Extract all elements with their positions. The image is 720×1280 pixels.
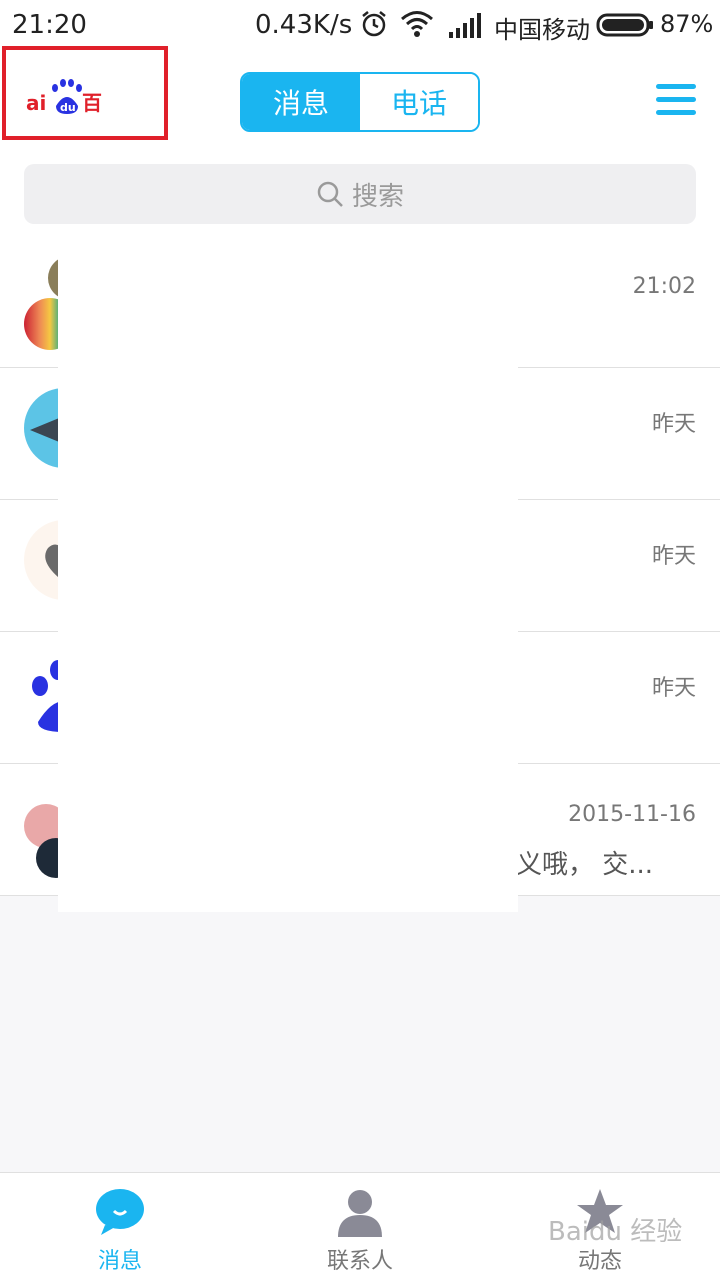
person-icon (338, 1190, 382, 1237)
tab-messages[interactable]: 消息 (242, 74, 360, 130)
message-preview: 义哦， 交... (516, 850, 654, 880)
message-time: 昨天 (651, 412, 696, 437)
alarm-icon (362, 11, 386, 37)
search-area: 搜索 (0, 148, 720, 236)
search-placeholder: 搜索 (351, 181, 404, 212)
app-header: ai du 百 消息 电话 (0, 46, 720, 148)
network-speed: 0.43K/s (255, 10, 353, 40)
tab-phone[interactable]: 电话 (360, 74, 478, 130)
status-time: 21:20 (12, 10, 87, 40)
message-time: 昨天 (651, 676, 696, 701)
segment-control: 消息 电话 (240, 72, 480, 132)
message-time: 昨天 (651, 544, 696, 569)
status-bar: 21:20 0.43K/s 中国移动 87% (0, 0, 720, 50)
carrier-name: 中国移动 (494, 16, 590, 44)
tab-label: 联系人 (326, 1249, 393, 1274)
message-time: 21:02 (632, 274, 696, 299)
redaction-overlay (58, 236, 518, 912)
message-time: 2015-11-16 (568, 802, 696, 827)
logo-highlight-box: ai du 百 (2, 46, 168, 140)
wifi-icon (401, 11, 433, 37)
search-input[interactable]: 搜索 (24, 164, 696, 224)
svg-text:du: du (60, 101, 76, 114)
search-icon (317, 181, 343, 207)
tab-label: 消息 (97, 1249, 142, 1274)
tab-messages-bottom[interactable]: 消息 (0, 1173, 240, 1280)
tab-contacts[interactable]: 联系人 (240, 1173, 480, 1280)
svg-text:百: 百 (82, 91, 102, 115)
watermark-text: Baidu 经验 (548, 1217, 683, 1247)
menu-icon[interactable] (656, 84, 696, 116)
svg-text:ai: ai (26, 91, 46, 115)
battery-percent: 87% (660, 10, 714, 38)
bottom-tab-bar: 消息 联系人 动态 Baidu 经验 (0, 1172, 720, 1280)
chat-bubble-icon (96, 1189, 144, 1235)
signal-icon (449, 13, 481, 38)
battery-icon (596, 13, 653, 37)
baidu-logo[interactable]: ai du 百 (26, 76, 106, 120)
